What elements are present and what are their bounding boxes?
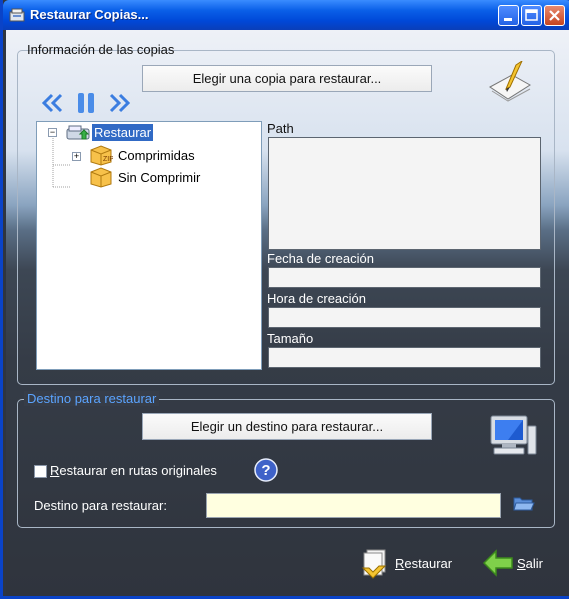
fecha-field[interactable] bbox=[268, 267, 541, 288]
maximize-icon bbox=[525, 9, 538, 21]
tree-expand-toggle[interactable]: + bbox=[72, 152, 81, 161]
dialog-client-area: Información de las copias Elegir una cop… bbox=[6, 30, 569, 596]
minimize-button[interactable] bbox=[498, 5, 519, 26]
minimize-icon bbox=[504, 18, 512, 21]
copies-info-legend: Información de las copias bbox=[27, 42, 175, 57]
box-zip-icon: ZIP bbox=[90, 145, 113, 166]
restore-app-icon bbox=[9, 8, 25, 22]
pause-icon[interactable] bbox=[75, 92, 97, 114]
choose-destination-button[interactable]: Elegir un destino para restaurar... bbox=[142, 413, 432, 440]
path-label: Path bbox=[267, 121, 294, 136]
close-icon bbox=[549, 10, 560, 21]
last-icon[interactable] bbox=[108, 93, 130, 113]
tamano-label: Tamaño bbox=[267, 331, 314, 346]
title-bar[interactable]: Restaurar Copias... bbox=[3, 0, 569, 30]
tree-node-sin-comprimir[interactable]: Sin Comprimir bbox=[118, 170, 200, 185]
computer-icon[interactable] bbox=[488, 414, 538, 460]
restore-button[interactable]: Restaurar bbox=[359, 546, 459, 580]
help-icon[interactable]: ? bbox=[254, 458, 278, 482]
back-arrow-icon bbox=[482, 549, 513, 577]
window-title: Restaurar Copias... bbox=[30, 7, 149, 22]
tree-node-restaurar[interactable]: Restaurar bbox=[92, 124, 154, 141]
copies-tree[interactable]: − Restaurar + ZIP Comprimidas Sin Compri… bbox=[36, 121, 262, 370]
exit-accesskey: S bbox=[517, 556, 526, 571]
original-paths-checkbox[interactable] bbox=[34, 465, 47, 478]
tamano-field[interactable] bbox=[268, 347, 541, 368]
exit-button-label: Salir bbox=[517, 556, 543, 571]
tree-node-comprimidas[interactable]: Comprimidas bbox=[118, 148, 195, 163]
edit-document-icon[interactable] bbox=[486, 61, 534, 103]
folder-open-icon[interactable] bbox=[513, 495, 535, 513]
exit-button[interactable]: Salir bbox=[482, 546, 552, 580]
svg-text:?: ? bbox=[261, 462, 270, 479]
maximize-button[interactable] bbox=[521, 5, 542, 26]
destination-legend: Destino para restaurar bbox=[24, 391, 160, 406]
restore-dialog-window: Restaurar Copias... Información de las c… bbox=[0, 0, 569, 599]
fecha-label: Fecha de creación bbox=[267, 251, 374, 266]
tree-collapse-toggle[interactable]: − bbox=[48, 128, 57, 137]
destination-group: Destino para restaurar Elegir un destino… bbox=[17, 391, 555, 528]
copies-info-group: Información de las copias Elegir una cop… bbox=[17, 42, 555, 385]
hora-field[interactable] bbox=[268, 307, 541, 328]
destination-path-input[interactable] bbox=[206, 493, 501, 518]
svg-text:ZIP: ZIP bbox=[103, 156, 113, 163]
destination-path-label: Destino para restaurar: bbox=[34, 498, 167, 513]
original-paths-label[interactable]: Restaurar en rutas originales bbox=[50, 463, 217, 478]
drive-restore-icon bbox=[66, 125, 90, 140]
original-paths-label-text: estaurar en rutas originales bbox=[59, 463, 217, 478]
first-icon[interactable] bbox=[42, 93, 64, 113]
close-button[interactable] bbox=[544, 5, 565, 26]
choose-copy-button[interactable]: Elegir una copia para restaurar... bbox=[142, 65, 432, 92]
hora-label: Hora de creación bbox=[267, 291, 366, 306]
restore-document-icon bbox=[361, 549, 387, 579]
exit-label-text: alir bbox=[525, 556, 544, 571]
path-field[interactable] bbox=[268, 137, 541, 250]
box-icon bbox=[90, 167, 112, 188]
restore-accesskey: R bbox=[395, 556, 405, 571]
original-paths-accesskey: R bbox=[50, 463, 60, 478]
restore-label-text: estaurar bbox=[404, 556, 453, 571]
restore-button-label: Restaurar bbox=[395, 556, 452, 571]
